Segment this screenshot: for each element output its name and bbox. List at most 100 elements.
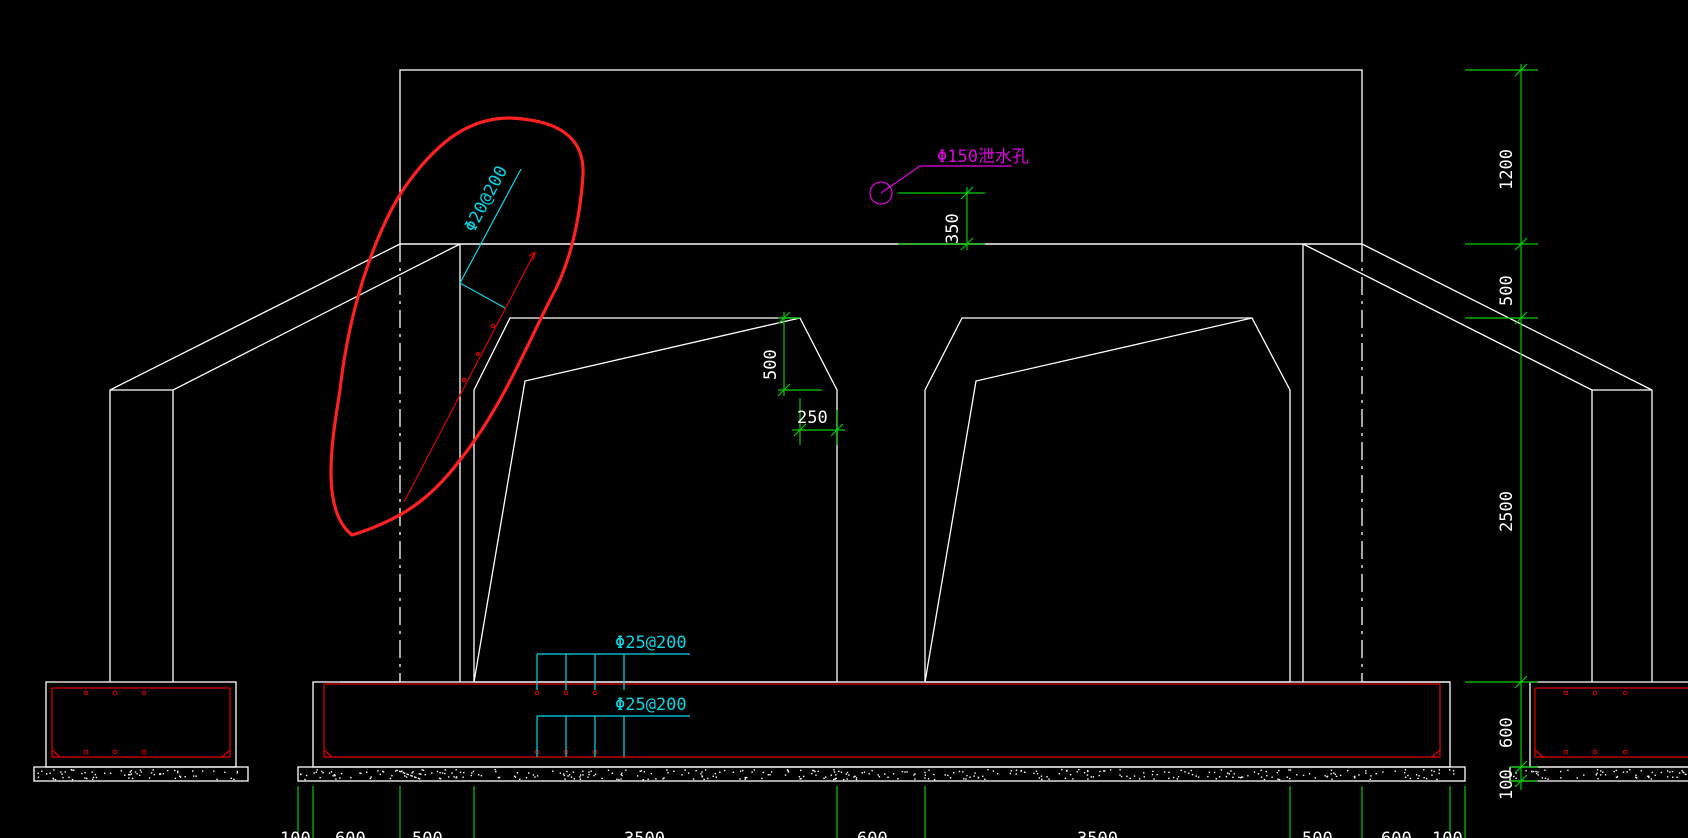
hatch-dot [566, 770, 568, 773]
hatch-dot [1009, 772, 1011, 775]
hatch-dot [136, 773, 138, 775]
hatch-dot [528, 772, 530, 774]
hatch-dot [1651, 771, 1654, 774]
hatch-dot [439, 772, 441, 774]
hatch-dot [411, 775, 413, 777]
hatch-dot [1020, 770, 1022, 772]
hatch-dot [130, 773, 133, 775]
hatch-dot [192, 770, 194, 772]
hatch-dot [1010, 770, 1012, 772]
hatch-dot [588, 771, 590, 773]
hatch-dot [1099, 770, 1101, 773]
hatch-dot [1671, 771, 1674, 773]
hatch-dot [459, 771, 462, 773]
hatch-dot [1346, 770, 1349, 772]
hatch-dot [1405, 776, 1407, 778]
hatch-dot [1330, 773, 1332, 775]
hatch-dot [124, 774, 126, 776]
hatch-dot [462, 776, 464, 778]
hatch-dot [893, 773, 895, 775]
hatch-dot [536, 775, 539, 777]
hatch-dot [455, 777, 457, 779]
bottom-rebar-label-lower: Φ25@200 [615, 695, 687, 715]
hatch-dot [1622, 771, 1625, 773]
bedding-hatch [37, 769, 1687, 781]
hatch-dot [1038, 777, 1041, 779]
hatch-dot [1087, 778, 1089, 780]
hatch-dot [1595, 774, 1597, 776]
rebar-dot [1592, 749, 1598, 755]
rebar-dot [112, 749, 118, 755]
hatch-dot [579, 778, 582, 780]
hatch-dot [177, 771, 179, 774]
hatch-dot [848, 774, 850, 776]
hatch-dot [1404, 772, 1406, 774]
bottom-dim-100-right: 100 [1432, 829, 1463, 838]
hatch-dot [1535, 770, 1537, 773]
hatch-dot [1431, 774, 1433, 776]
hatch-dot [640, 770, 643, 772]
hatch-dot [128, 777, 130, 779]
hatch-dot [1541, 777, 1544, 779]
hatch-dot [846, 771, 849, 774]
hatch-dot [1072, 778, 1074, 780]
hatch-dot [963, 778, 965, 780]
hatch-dot [715, 776, 717, 778]
hatch-dot [230, 777, 232, 779]
hatch-dot [762, 771, 765, 774]
hatch-dot [861, 772, 863, 774]
hatch-dot [1041, 778, 1043, 781]
dim-2500: 2500 [1497, 491, 1517, 532]
hatch-dot [1335, 775, 1338, 778]
hatch-dot [588, 773, 590, 776]
hatch-dot [1324, 775, 1326, 777]
hatch-dot [562, 773, 565, 775]
hatch-dot [1260, 769, 1262, 772]
bottom-dim-3500-left: 3500 [624, 829, 665, 838]
hatch-dot [1098, 774, 1100, 777]
hatch-dot [1660, 771, 1662, 774]
hatch-dot [139, 774, 141, 776]
hatch-dot [193, 775, 195, 777]
rebar-dot [1622, 690, 1628, 696]
cad-drawing: Φ20@200 Φ25@200 Φ25@200 Φ150泄水孔 350 500 … [33, 63, 1688, 838]
hatch-dot [863, 771, 866, 773]
hatch-dot [71, 778, 74, 781]
hatch-dot [618, 778, 620, 781]
hatch-dot [1531, 771, 1533, 773]
hatch-dot [1286, 776, 1288, 778]
hatch-dot [704, 769, 707, 771]
hatch-dot [131, 777, 134, 780]
highlight-loop [329, 116, 585, 537]
base-slab [297, 681, 1466, 782]
hatch-dot [1654, 774, 1656, 776]
hatch-dot [1188, 772, 1190, 774]
hatch-dot [830, 774, 832, 776]
hatch-dot [965, 778, 967, 780]
hatch-dot [92, 778, 94, 780]
hatch-dot [714, 773, 717, 775]
hatch-dot [594, 773, 597, 776]
hatch-dot [770, 771, 773, 773]
hatch-dot [174, 777, 177, 780]
bottom-dim-3500-right: 3500 [1077, 829, 1118, 838]
hatch-dot [746, 776, 748, 779]
hatch-dot [838, 770, 840, 772]
hatch-dot [1417, 777, 1419, 780]
hatch-dot [567, 775, 569, 777]
hatch-dot [1334, 773, 1336, 776]
hatch-dot [1266, 775, 1268, 777]
hatch-dot [328, 772, 331, 774]
hatch-dot [1547, 778, 1549, 780]
hatch-dot [1331, 778, 1333, 780]
hatch-dot [662, 778, 664, 780]
hatch-dot [414, 776, 416, 778]
hatch-dot [982, 775, 984, 777]
hatch-dot [322, 772, 324, 774]
bottom-dim-100-left: 100 [280, 829, 311, 838]
hatch-dot [1358, 774, 1360, 776]
hatch-dot [843, 778, 845, 781]
hatch-dot [962, 771, 964, 773]
rebar-dot [83, 749, 89, 755]
hatch-dot [958, 770, 961, 773]
